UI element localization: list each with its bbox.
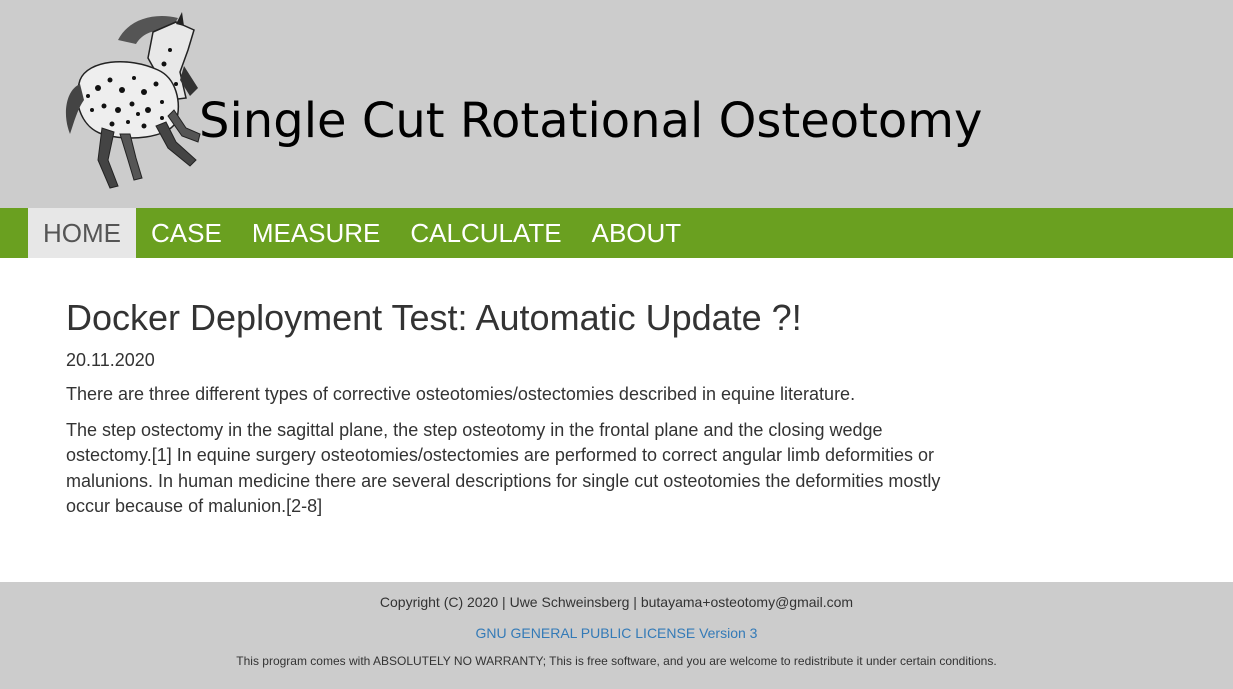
nav-item-measure[interactable]: MEASURE (237, 208, 396, 258)
site-header: Single Cut Rotational Osteotomy (0, 0, 1233, 208)
warranty-notice: This program comes with ABSOLUTELY NO WA… (236, 654, 997, 668)
site-footer: Copyright (C) 2020 | Uwe Schweinsberg | … (0, 582, 1233, 689)
copyright-text: Copyright (C) 2020 | Uwe Schweinsberg | … (379, 594, 854, 610)
site-title: Single Cut Rotational Osteotomy (199, 93, 983, 149)
post-paragraph: The step ostectomy in the sagittal plane… (66, 419, 941, 517)
license-link[interactable]: GNU GENERAL PUBLIC LICENSE Version 3 (0, 625, 1233, 641)
post-title: Docker Deployment Test: Automatic Update… (66, 297, 802, 338)
post-date: 20.11.2020 (66, 350, 155, 370)
nav-item-about[interactable]: ABOUT (577, 208, 697, 258)
nav-item-calculate[interactable]: CALCULATE (395, 208, 576, 258)
nav-item-case[interactable]: CASE (136, 208, 237, 258)
nav-item-home[interactable]: HOME (28, 208, 136, 258)
horse-logo-icon (65, 12, 201, 189)
main-navigation: HOME CASE MEASURE CALCULATE ABOUT (0, 208, 1233, 258)
post-paragraph: There are three different types of corre… (66, 384, 856, 404)
post-content: Docker Deployment Test: Automatic Update… (66, 296, 956, 520)
